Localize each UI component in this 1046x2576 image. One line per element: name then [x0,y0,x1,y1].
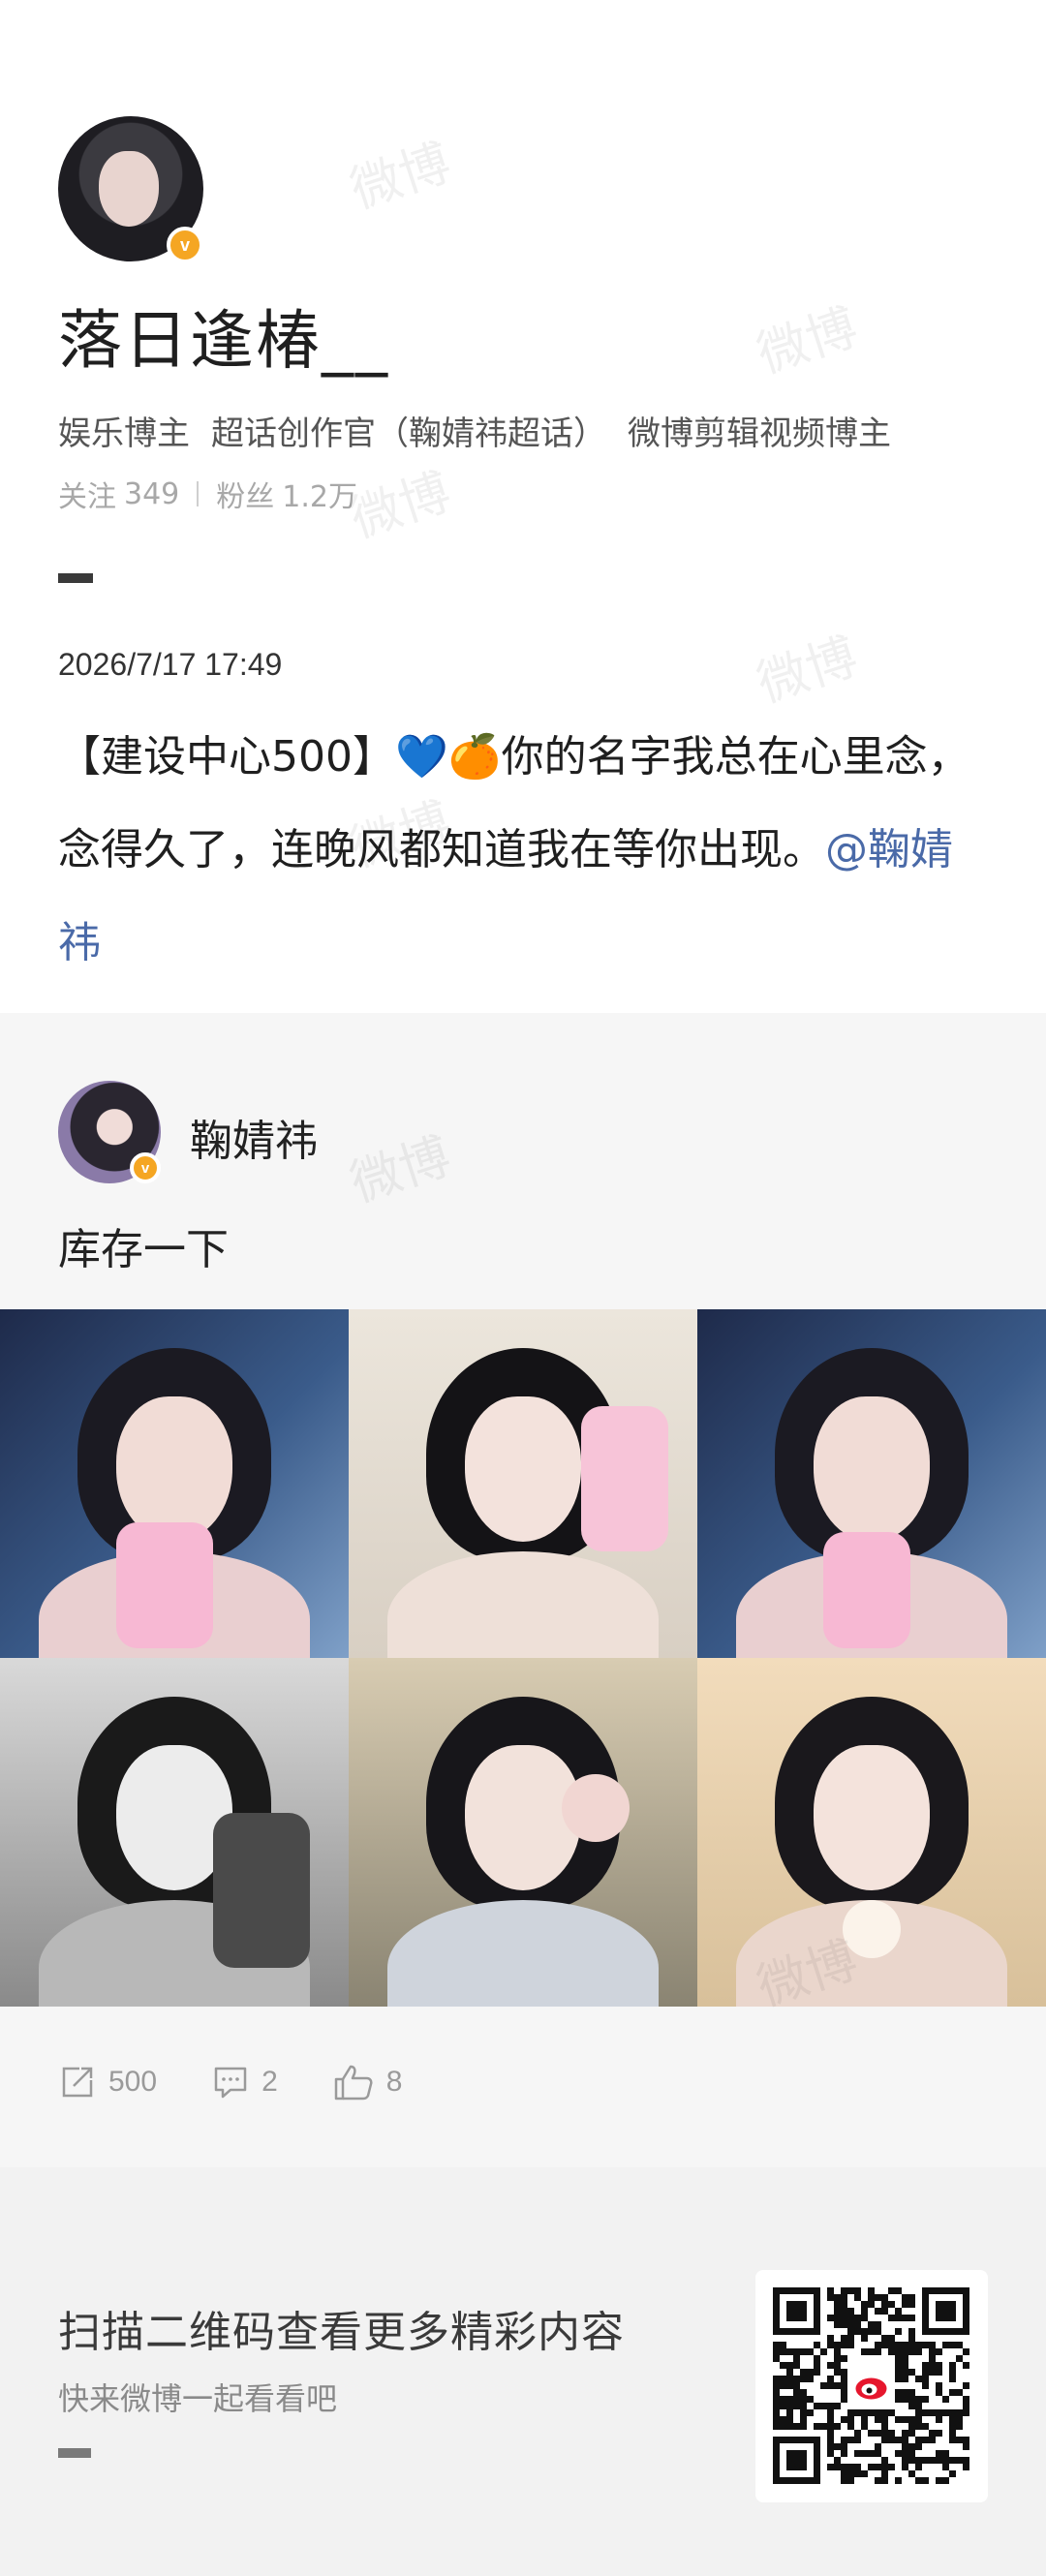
post-text: 【建设中心500】💙🍊你的名字我总在心里念，念得久了，连晚风都知道我在等你出现。… [58,711,988,990]
photo-2[interactable] [349,1309,697,1658]
comment-button[interactable]: 2 [211,2063,278,2101]
photo-6[interactable] [697,1658,1046,2007]
quoted-post[interactable]: v 鞠婧祎 库存一下 500 2 8 微博 [0,1013,1046,2167]
photo-5[interactable] [349,1658,697,2007]
comment-count: 2 [262,2066,278,2098]
avatar-face-shape [99,151,159,227]
orange-emoji: 🍊 [447,732,502,782]
section-divider [58,573,93,583]
like-button[interactable]: 8 [332,2063,403,2101]
quoted-post-text: 库存一下 [58,1225,229,1274]
watermark: 微博 [343,134,458,221]
photo-4[interactable] [0,1658,349,2007]
qr-footer: 扫描二维码查看更多精彩内容 快来微博一起看看吧 [0,2167,1046,2576]
tag-entertainment-blogger: 娱乐博主 [58,414,190,453]
photo-grid [0,1309,1046,2007]
verified-badge-icon: v [130,1152,161,1183]
verified-badge-icon: v [167,227,203,263]
user-tags: 娱乐博主 超话创作官（鞠婧祎超话） 微博剪辑视频博主 [58,407,891,454]
qr-code-icon[interactable] [755,2270,988,2502]
footer-title: 扫描二维码查看更多精彩内容 [58,2308,625,2357]
watermark: 微博 [750,298,865,385]
like-count: 8 [385,2066,403,2098]
tag-super-topic-creator: 超话创作官（鞠婧祎超话） [211,414,606,453]
stats-divider [197,481,200,506]
post-topic: 【建设中心500】 [58,732,395,782]
comment-icon [214,2067,247,2099]
following-count: 349 [124,476,180,511]
quoted-author-avatar[interactable]: v [58,1081,161,1183]
following-label: 关注 [58,480,116,514]
follow-stats: 关注 349 粉丝 1.2万 [58,473,357,515]
repost-icon [62,2067,93,2098]
post-timestamp: 2026/7/17 17:49 [58,647,283,682]
watermark: 微博 [343,463,458,550]
quoted-author-name[interactable]: 鞠婧祎 [190,1106,318,1168]
post-actions: 500 2 8 [58,2063,402,2101]
footer-subtitle: 快来微博一起看看吧 [58,2380,338,2417]
tag-video-editor-blogger: 微博剪辑视频博主 [628,414,891,453]
photo-1[interactable] [0,1309,349,1658]
watermark: 微博 [750,628,865,715]
username[interactable]: 落日逢椿__ [58,289,389,382]
watermark: 微博 [343,1127,458,1214]
profile-header: v 落日逢椿__ 娱乐博主 超话创作官（鞠婧祎超话） 微博剪辑视频博主 关注 3… [0,0,1046,1013]
followers-count: 1.2万 [282,480,357,514]
repost-count: 500 [108,2066,158,2098]
footer-divider [58,2448,91,2458]
photo-3[interactable] [697,1309,1046,1658]
followers-label: 粉丝 [216,480,275,514]
thumbs-up-icon [334,2065,373,2101]
repost-button[interactable]: 500 [58,2063,157,2101]
blue-heart-emoji: 💙 [394,732,448,782]
avatar[interactable]: v [58,116,203,263]
